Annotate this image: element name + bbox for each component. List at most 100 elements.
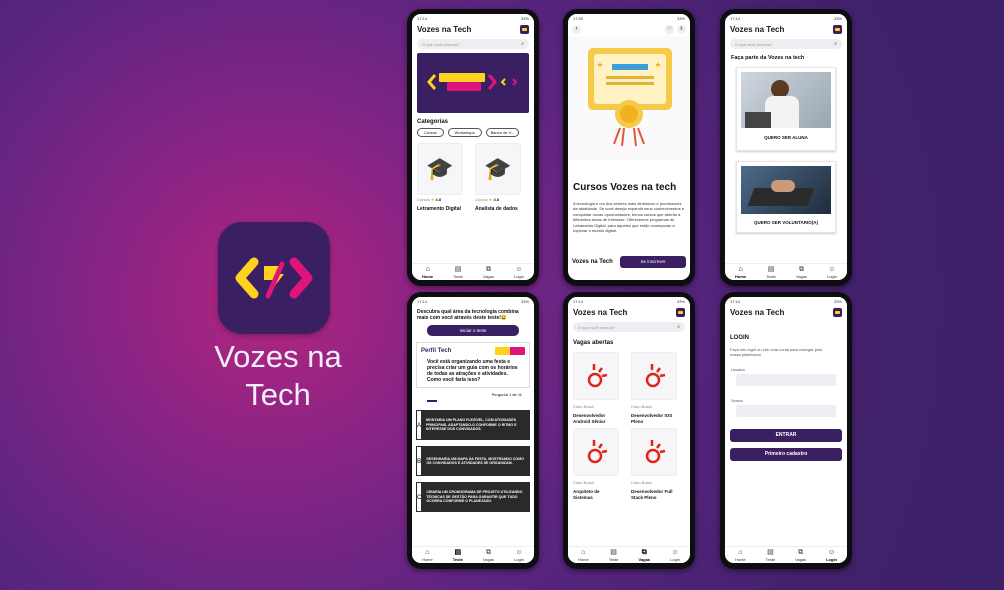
briefcase-icon: ⧉: [798, 548, 804, 556]
chip-workshops[interactable]: Workshops: [447, 128, 482, 137]
vozes-logo-icon: [235, 257, 313, 299]
password-input[interactable]: [736, 405, 836, 417]
home-icon: ⌂: [581, 548, 586, 556]
search-icon: ⌕: [677, 324, 680, 330]
nav-vagas[interactable]: ⧉ Vagas: [638, 549, 650, 562]
course-title: Cursos Vozes na tech: [573, 182, 677, 193]
briefcase-icon: ⧉: [485, 265, 491, 273]
register-button[interactable]: Primeiro cadastro: [730, 448, 842, 461]
nav-vagas[interactable]: ⧉ Vagas: [795, 549, 806, 562]
volunteer-option[interactable]: QUERO SER VOLUNTARIO(A): [736, 161, 836, 233]
nav-login[interactable]: ☺ Login: [827, 266, 837, 279]
bottom-nav: ⌂ Home ▤ Teste ⧉ Vagas ☺ Login: [725, 263, 847, 280]
nav-login[interactable]: ☺ Login: [514, 266, 524, 279]
nav-home[interactable]: ⌂ Home: [735, 266, 746, 279]
nav-teste[interactable]: ▤ Teste: [766, 549, 776, 562]
search-icon: ⌕: [521, 41, 524, 47]
footer-brand: Vozes na Tech: [572, 259, 613, 265]
phone-home: 17:14 33% Vozes na Tech O que você procur…: [407, 9, 539, 286]
user-icon: ☺: [515, 265, 523, 273]
perfil-tech-title: Perfil Tech: [421, 348, 452, 354]
claro-logo-icon: [631, 428, 677, 476]
answer-option[interactable]: B DESENHARIA UM MAPA DA FESTA, MOSTRANDO…: [416, 446, 530, 476]
bottom-nav: ⌂ Home ▤ Teste ⧉ Vagas ☺ Login: [412, 263, 534, 280]
search-input[interactable]: O que você procura? ⌕: [730, 39, 842, 49]
job-card[interactable]: Claro Brasil Desenvolvedor Full Stack Pl…: [631, 428, 677, 500]
home-icon: ⌂: [738, 265, 743, 273]
home-icon: ⌂: [425, 548, 430, 556]
answer-option[interactable]: C CRIARIA UM CRONOGRAMA DE PROJETO UTILI…: [416, 482, 530, 512]
course-description: A tecnologia é um dos setores mais dinâm…: [573, 201, 684, 234]
enter-button[interactable]: ENTRAR: [730, 429, 842, 442]
search-input[interactable]: O que você procura? ⌕: [417, 39, 529, 49]
course-card[interactable]: 🎓 Cursos ★ 4.8 Analista de dados: [475, 143, 521, 212]
student-photo: [741, 72, 831, 128]
subscribe-button[interactable]: Se inscrever: [620, 256, 686, 268]
page-title: Vozes na Tech: [573, 308, 628, 317]
volunteer-photo: [741, 166, 831, 214]
job-card[interactable]: Claro Brasil Desenvolvedor IOS Pleno: [631, 352, 677, 424]
graduation-cap-icon: 🎓: [426, 156, 454, 181]
student-option[interactable]: QUERO SER ALUNA: [736, 67, 836, 151]
chip-banco[interactable]: Banco de V...: [485, 128, 520, 137]
start-test-button[interactable]: Iniciar o teste: [427, 325, 519, 336]
test-intro: Descubra qual área da tecnologia combina…: [417, 309, 519, 321]
user-icon: ☺: [671, 548, 679, 556]
clipboard-icon: ▤: [767, 548, 774, 556]
back-icon[interactable]: ‹: [572, 25, 581, 34]
user-label: Usuário: [731, 367, 745, 372]
user-icon: ☺: [827, 548, 836, 556]
answer-option[interactable]: A MONTARIA UM PLANO FLEXÍVEL, COM ATIVID…: [416, 410, 530, 440]
graduation-cap-icon: 🎓: [484, 156, 512, 181]
nav-home[interactable]: ⌂ Home: [578, 549, 589, 562]
nav-login[interactable]: ☺ Login: [514, 549, 524, 562]
bottom-nav: ⌂ Home ▤ Teste ⧉ Vagas ☺ Login: [568, 546, 690, 563]
clipboard-icon: ▤: [454, 548, 462, 556]
course-card[interactable]: 🎓 Cursos ★ 4.8 Letramento Digital: [417, 143, 463, 212]
search-icon: ⌕: [834, 41, 837, 47]
hero-banner[interactable]: [417, 53, 529, 113]
heart-icon[interactable]: ♡: [665, 25, 674, 34]
question-text: Você está organizando uma festa e precis…: [427, 359, 518, 383]
logo-icon: [833, 25, 842, 34]
bottom-nav: ⌂ Home ▤ Teste ⧉ Vagas ☺ Login: [412, 546, 534, 563]
user-icon: ☺: [515, 548, 523, 556]
login-heading: LOGIN: [730, 335, 749, 341]
section-title: Categorias: [417, 119, 449, 125]
nav-teste[interactable]: ▤ Teste: [766, 266, 776, 279]
bottom-nav: ⌂ Home ▤ Teste ⧉ Vagas ☺ Login: [725, 546, 847, 563]
status-bar: 17:14 33%: [412, 14, 534, 23]
page-title: Vozes na Tech: [730, 25, 785, 34]
briefcase-icon: ⧉: [641, 548, 647, 556]
nav-vagas[interactable]: ⧉ Vagas: [796, 266, 807, 279]
nav-vagas[interactable]: ⧉ Vagas: [483, 266, 494, 279]
phone-test: 17:14 33% Descubra qual área da tecnologi…: [407, 292, 539, 569]
clipboard-icon: ▤: [454, 265, 462, 273]
nav-teste[interactable]: ▤ Teste: [453, 266, 463, 279]
nav-login[interactable]: ☺ Login: [826, 549, 837, 562]
share-icon[interactable]: ⇪: [677, 25, 686, 34]
page-title: Vozes na Tech: [417, 25, 472, 34]
nav-login[interactable]: ☺ Login: [670, 549, 680, 562]
job-card[interactable]: Claro Brasil Arquiteto de Sistemas: [573, 428, 619, 500]
vozes-logo-icon: [495, 347, 525, 355]
home-icon: ⌂: [425, 265, 430, 273]
chip-cursos[interactable]: Cursos: [417, 128, 444, 137]
job-card[interactable]: Claro Brasil Desenvolvedor Android Sênio…: [573, 352, 619, 424]
logo-icon: [520, 25, 529, 34]
nav-teste[interactable]: ▤ Teste: [453, 549, 463, 562]
claro-logo-icon: [573, 428, 619, 476]
briefcase-icon: ⧉: [798, 265, 804, 273]
progress-label: Pergunta 1 de 11: [491, 392, 522, 397]
nav-home[interactable]: ⌂ Home: [735, 549, 746, 562]
claro-logo-icon: [631, 352, 677, 400]
nav-vagas[interactable]: ⧉ Vagas: [483, 549, 494, 562]
search-input[interactable]: O que você procura? ⌕: [573, 322, 685, 332]
nav-teste[interactable]: ▤ Teste: [609, 549, 619, 562]
nav-home[interactable]: ⌂ Home: [422, 266, 433, 279]
username-input[interactable]: [736, 374, 836, 386]
app-icon: [218, 222, 330, 334]
logo-icon: [676, 308, 685, 317]
section-title: Vagas abertas: [573, 340, 614, 346]
nav-home[interactable]: ⌂ Home: [422, 549, 433, 562]
